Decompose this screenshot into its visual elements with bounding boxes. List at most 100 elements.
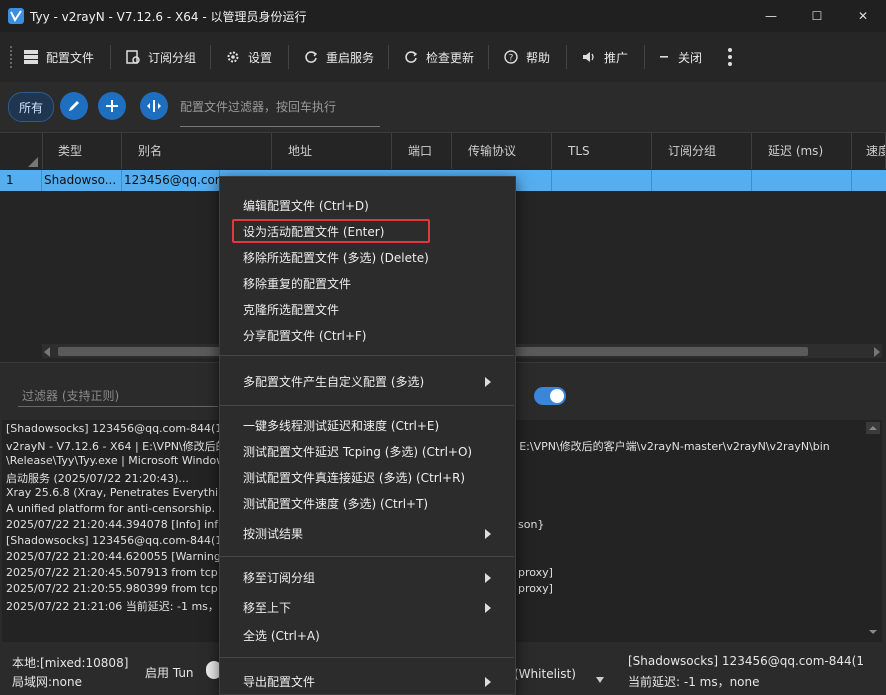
column-header-latency[interactable]: 延迟 (ms) <box>752 133 852 169</box>
toolbar-divider <box>110 45 111 69</box>
log-filter-input[interactable]: 过滤器 (支持正则) <box>22 387 222 404</box>
toolbar-close-button[interactable]: 关闭 <box>660 32 702 82</box>
menu-item-multi-test[interactable]: 一键多线程测试延迟和速度 (Ctrl+E) <box>243 417 439 434</box>
toolbar-update-button[interactable]: 检查更新 <box>404 32 474 82</box>
more-vertical-icon <box>728 48 732 66</box>
filter-bar <box>0 82 886 132</box>
row-cell <box>752 170 852 191</box>
column-header-port[interactable]: 端口 <box>392 133 452 169</box>
row-cell <box>514 170 552 191</box>
toolbar-divider <box>644 45 645 69</box>
move-button[interactable] <box>140 92 168 120</box>
menu-separator <box>219 657 514 658</box>
column-header-address[interactable]: 地址 <box>272 133 392 169</box>
all-groups-label: 所有 <box>18 100 43 115</box>
gear-icon <box>227 51 239 63</box>
column-header-subscription[interactable]: 订阅分组 <box>652 133 752 169</box>
scroll-down-icon[interactable] <box>866 626 880 641</box>
toolbar-help-button[interactable]: ? 帮助 <box>504 32 550 82</box>
menu-item-select-all[interactable]: 全选 (Ctrl+A) <box>243 627 320 644</box>
column-header-alias[interactable]: 别名 <box>122 133 272 169</box>
log-line: [Shadowsocks] 123456@qq.com-844(183 <box>6 422 237 435</box>
menu-separator <box>219 556 514 557</box>
toolbar-restart-button[interactable]: 重启服务 <box>304 32 374 82</box>
edit-button[interactable] <box>60 92 88 120</box>
log-line: 2025/07/22 21:21:06 当前延迟: -1 ms，no <box>6 600 233 613</box>
log-line: 2025/07/22 21:20:55.980399 from tcp:127 <box>6 582 243 595</box>
row-index: 1 <box>0 170 42 191</box>
scroll-up-icon[interactable] <box>866 422 880 437</box>
column-header-speed[interactable]: 速度 <box>852 133 886 169</box>
toolbar-divider <box>388 45 389 69</box>
menu-item-share[interactable]: 分享配置文件 (Ctrl+F) <box>243 327 367 344</box>
column-header-type[interactable]: 类型 <box>42 133 122 169</box>
submenu-arrow-icon <box>484 528 492 539</box>
log-line-fragment: son} <box>518 518 545 531</box>
menu-item-speed-test[interactable]: 测试配置文件速度 (多选) (Ctrl+T) <box>243 495 428 512</box>
plus-icon <box>106 100 118 112</box>
maximize-button[interactable]: ☐ <box>794 0 840 32</box>
row-cell <box>552 170 652 191</box>
toolbar-profiles-button[interactable]: 配置文件 <box>24 32 94 82</box>
log-line-fragment: | E:\VPN\修改后的客户端\v2rayN-master\v2rayN\v2… <box>512 440 830 453</box>
row-cell <box>652 170 752 191</box>
chevron-down-icon <box>596 672 604 686</box>
row-alias: 123456@qq.com <box>122 170 220 191</box>
log-line: [Shadowsocks] 123456@qq.com-844(183 <box>6 534 237 547</box>
update-icon <box>405 51 418 63</box>
profile-filter-input[interactable]: 配置文件过滤器，按回车执行 <box>180 98 380 127</box>
scroll-left-icon[interactable] <box>44 346 52 360</box>
toolbar-promotion-button[interactable]: 推广 <box>582 32 628 82</box>
column-header-transport[interactable]: 传输协议 <box>452 133 552 169</box>
all-groups-tab[interactable]: 所有 <box>8 92 54 122</box>
add-button[interactable] <box>98 92 126 120</box>
log-filter-underline <box>18 406 218 407</box>
close-button[interactable]: ✕ <box>840 0 886 32</box>
log-line: 2025/07/22 21:20:44.620055 [Warning] cc <box>6 550 241 563</box>
toolbar-label: 推广 <box>604 50 629 65</box>
scroll-right-icon[interactable] <box>872 346 880 360</box>
speaker-icon <box>583 52 594 62</box>
toolbar-divider <box>566 45 567 69</box>
status-local-port: 本地:[mixed:10808] <box>12 656 129 670</box>
routing-select[interactable]: (Whitelist) <box>514 667 576 681</box>
menu-item-tcping[interactable]: 测试配置文件延迟 Tcping (多选) (Ctrl+O) <box>243 443 472 460</box>
toolbar-grip <box>10 46 15 68</box>
toolbar-label: 设置 <box>248 50 273 65</box>
menu-item-remove-duplicates[interactable]: 移除重复的配置文件 <box>243 275 351 292</box>
grid-corner <box>0 133 43 169</box>
minimize-button[interactable]: — <box>748 0 794 32</box>
menu-item-clone[interactable]: 克隆所选配置文件 <box>243 301 339 318</box>
toolbar-label: 帮助 <box>526 50 551 65</box>
pencil-icon <box>69 101 79 111</box>
menu-item-real-delay[interactable]: 测试配置文件真连接延迟 (多选) (Ctrl+R) <box>243 469 465 486</box>
menu-separator <box>219 355 514 356</box>
menu-item-remove-selected[interactable]: 移除所选配置文件 (多选) (Delete) <box>243 249 429 266</box>
menu-item-export[interactable]: 导出配置文件 <box>243 673 315 690</box>
log-line: 2025/07/22 21:20:44.394078 [Info] infra/… <box>6 518 240 531</box>
status-latency: 当前延迟: -1 ms，none <box>628 675 760 689</box>
log-line-fragment: proxy] <box>518 582 553 595</box>
menu-item-edit-profile[interactable]: 编辑配置文件 (Ctrl+D) <box>243 197 369 214</box>
menu-item-move-up-down[interactable]: 移至上下 <box>243 599 291 616</box>
menu-item-custom-config[interactable]: 多配置文件产生自定义配置 (多选) <box>243 373 424 390</box>
minimize-icon: — <box>765 9 777 23</box>
subscription-icon <box>126 50 140 64</box>
more-options-button[interactable] <box>727 47 733 67</box>
toolbar-settings-button[interactable]: 设置 <box>226 32 272 82</box>
toolbar-divider <box>210 45 211 69</box>
submenu-arrow-icon <box>484 676 492 687</box>
maximize-icon: ☐ <box>811 9 823 23</box>
column-header-tls[interactable]: TLS <box>552 133 652 169</box>
menu-item-sort-by-result[interactable]: 按测试结果 <box>243 525 303 542</box>
minus-icon <box>660 56 668 58</box>
status-lan: 局域网:none <box>12 675 82 689</box>
grid-icon <box>24 50 38 64</box>
toolbar-label: 关闭 <box>678 50 703 65</box>
log-line: Xray 25.6.8 (Xray, Penetrates Everything… <box>6 486 240 499</box>
toolbar-subscription-button[interactable]: 订阅分组 <box>126 32 196 82</box>
menu-item-move-to-group[interactable]: 移至订阅分组 <box>243 569 315 586</box>
toolbar-divider <box>288 45 289 69</box>
help-icon: ? <box>504 50 518 64</box>
highlight-annotation <box>232 219 430 243</box>
